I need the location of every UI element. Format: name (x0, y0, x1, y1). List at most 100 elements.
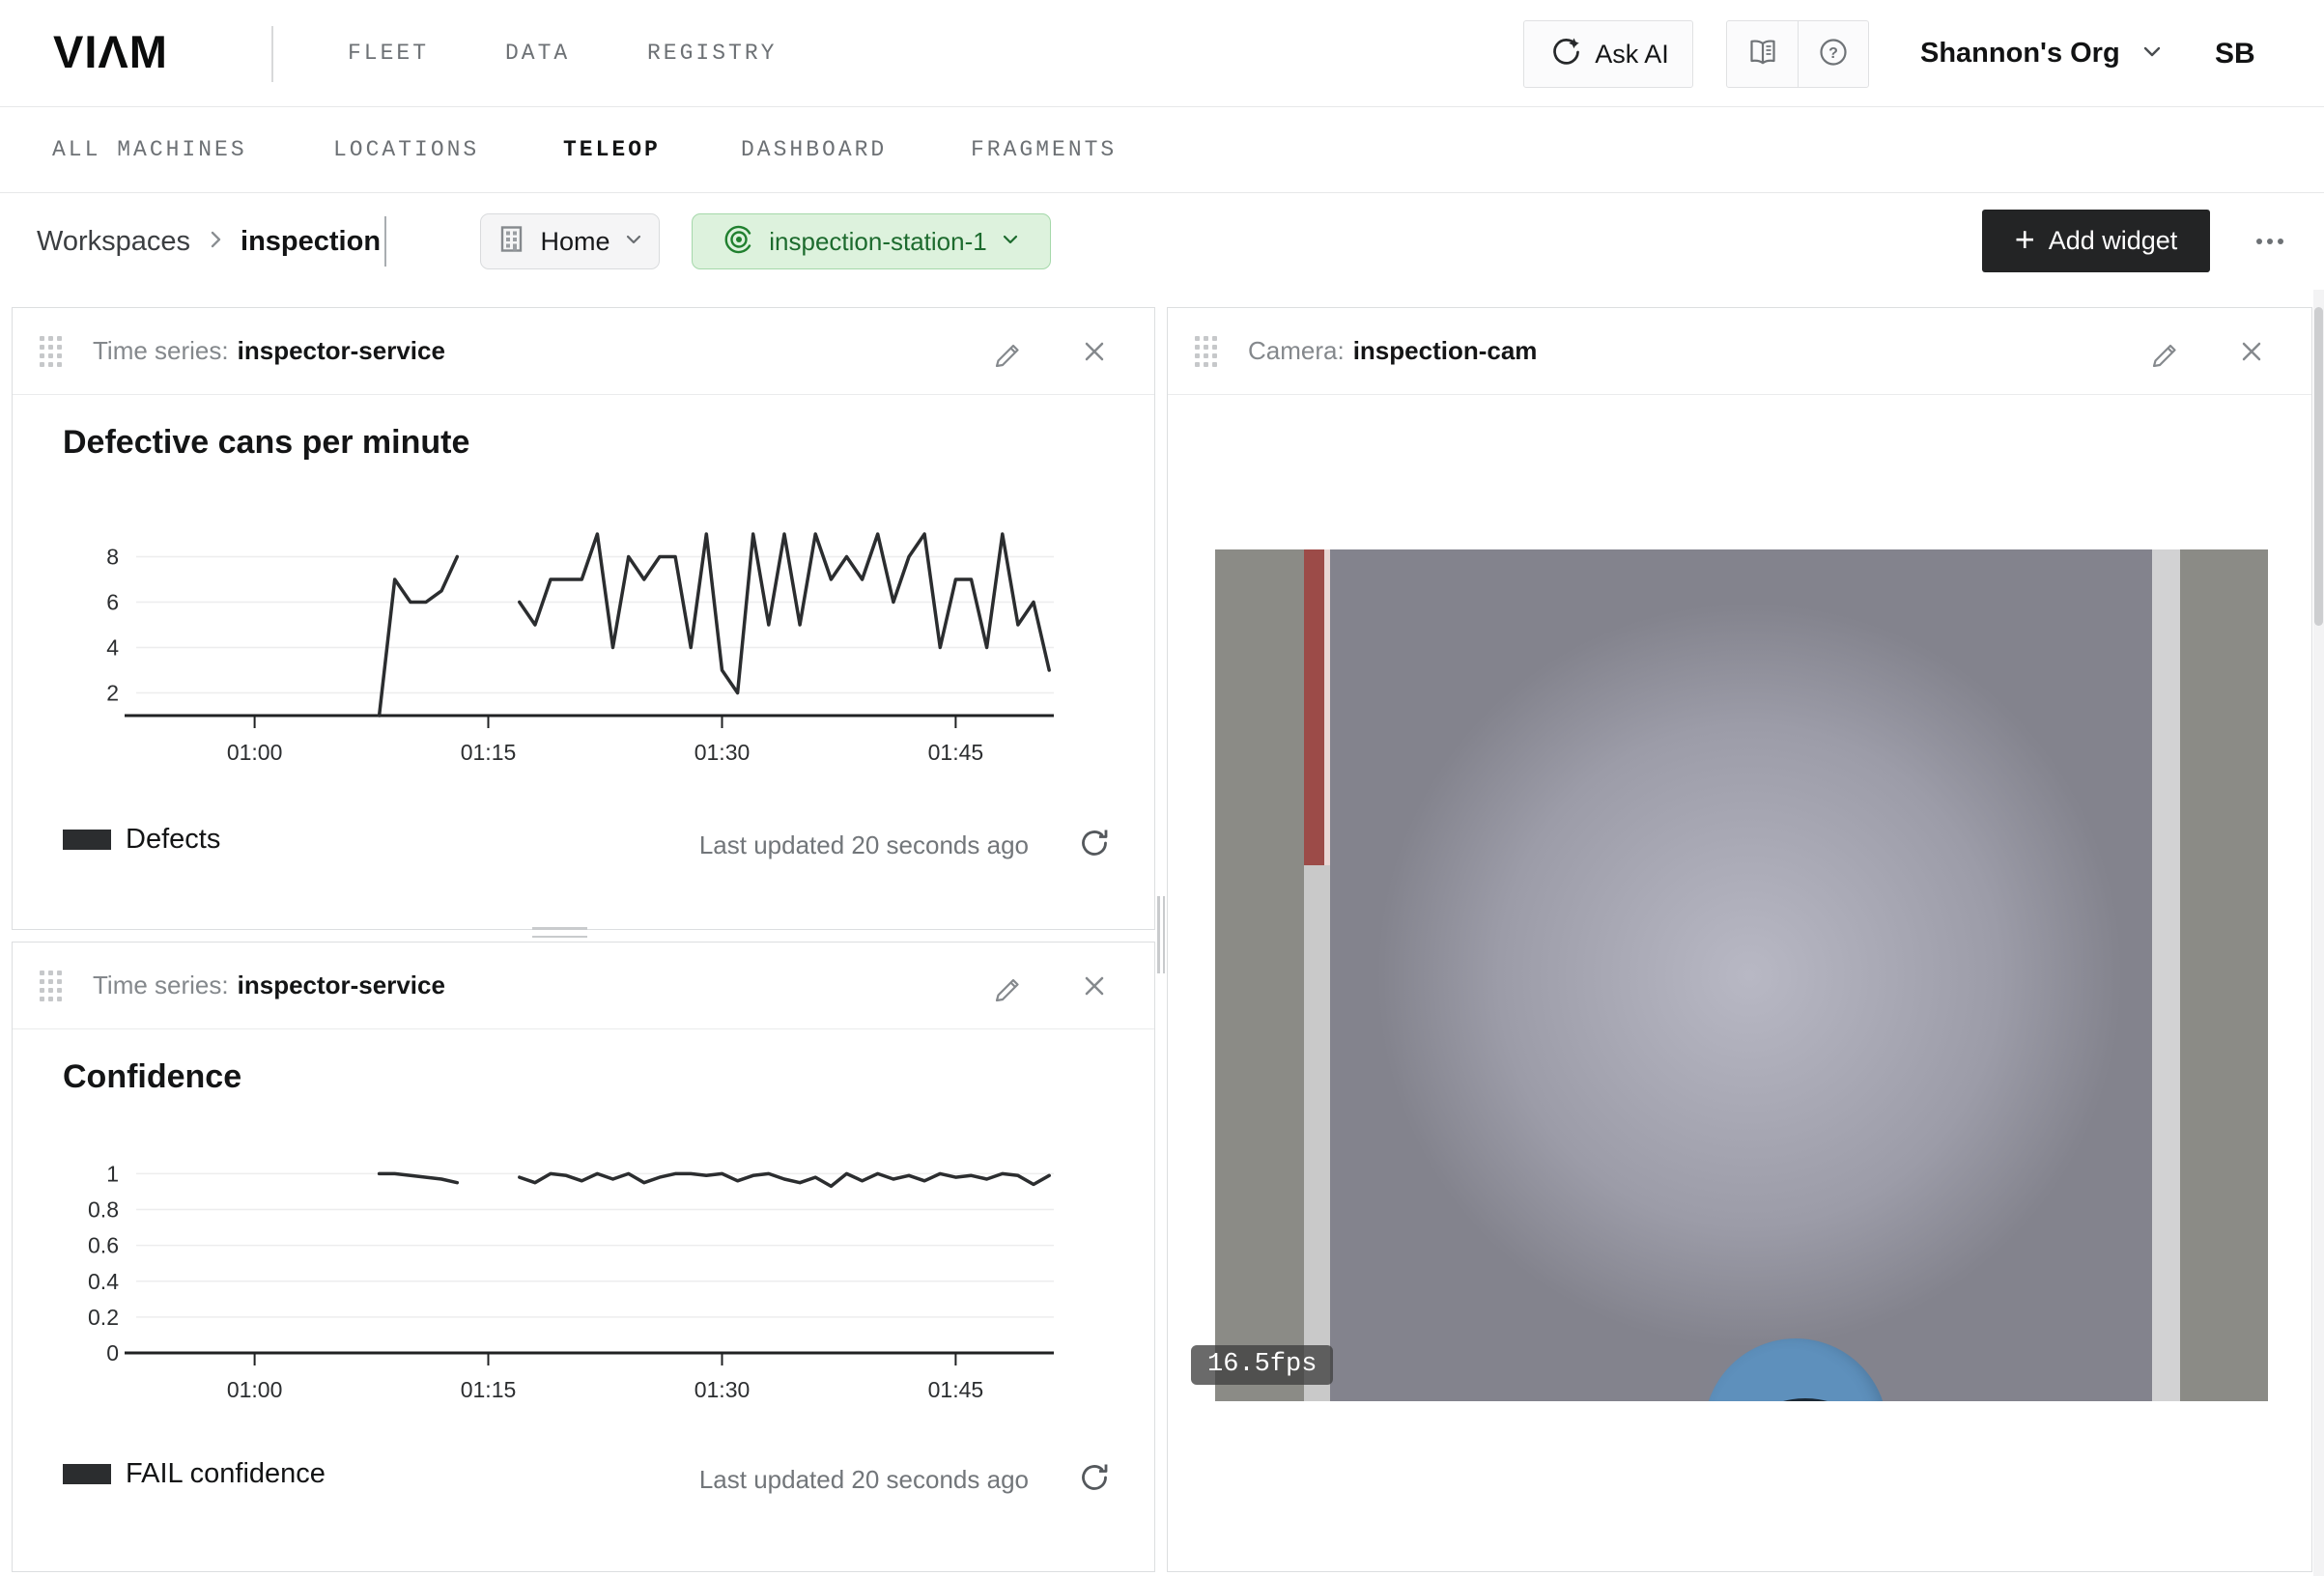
svg-text:0: 0 (106, 1340, 119, 1365)
svg-text:1: 1 (106, 1161, 119, 1186)
camera-belt (1330, 549, 2152, 1401)
svg-text:0.6: 0.6 (88, 1233, 119, 1258)
resize-handle-vertical[interactable] (1157, 896, 1169, 973)
edit-button[interactable] (986, 965, 1029, 1007)
tab-all-machines[interactable]: ALL MACHINES (52, 107, 247, 193)
pencil-icon (2149, 336, 2180, 367)
camera-side-band-right (2180, 549, 2268, 1401)
camera-feed (1215, 549, 2268, 1401)
legend-label: FAIL confidence (126, 1458, 326, 1490)
nav-item-data[interactable]: DATA (505, 0, 570, 107)
chevron-down-icon (1000, 229, 1021, 255)
close-button[interactable] (2230, 330, 2273, 373)
svg-text:0.2: 0.2 (88, 1305, 119, 1330)
machine-label: inspection-station-1 (769, 227, 986, 257)
edit-button[interactable] (986, 330, 1029, 373)
can-opening (1770, 1398, 1841, 1401)
ping-icon (722, 222, 756, 262)
building-icon (496, 223, 527, 260)
ask-ai-label: Ask AI (1595, 40, 1669, 70)
toolbar-row: Workspaces inspection Home inspection-st… (0, 193, 2324, 290)
page-title[interactable]: inspection (241, 226, 381, 258)
widget-name: inspection-cam (1353, 336, 1538, 366)
svg-text:6: 6 (106, 590, 119, 615)
svg-text:0.4: 0.4 (88, 1269, 119, 1294)
chart-title: Confidence (63, 1058, 241, 1096)
ask-ai-button[interactable]: Ask AI (1523, 20, 1693, 88)
svg-text:01:15: 01:15 (461, 740, 517, 765)
tab-locations[interactable]: LOCATIONS (333, 107, 479, 193)
svg-text:01:30: 01:30 (694, 740, 751, 765)
help-button[interactable]: ? (1798, 21, 1868, 87)
svg-text:01:30: 01:30 (694, 1377, 751, 1402)
drag-handle-icon[interactable] (1195, 336, 1217, 367)
resize-handle-horizontal[interactable] (532, 927, 587, 939)
viam-logo: VIΛM (53, 25, 168, 78)
app-header: VIΛM FLEET DATA REGISTRY Ask AI ? Shanno… (0, 0, 2324, 107)
close-button[interactable] (1073, 965, 1116, 1007)
last-updated-text: Last updated 20 seconds ago (699, 1465, 1029, 1495)
breadcrumb-chevron-icon (204, 228, 227, 256)
nav-item-registry[interactable]: REGISTRY (647, 0, 777, 107)
svg-text:?: ? (1828, 45, 1838, 62)
org-name: Shannon's Org (1920, 38, 2120, 70)
pencil-icon (992, 971, 1023, 1001)
machine-pill[interactable]: inspection-station-1 (692, 213, 1051, 269)
refresh-icon (1077, 826, 1112, 860)
ai-sparkle-icon (1547, 34, 1582, 75)
book-icon (1746, 36, 1779, 73)
widget-header: Time series: inspector-service (13, 308, 1154, 395)
docs-help-group: ? (1726, 20, 1869, 88)
widget-card-camera: Camera: inspection-cam 16.5fps (1167, 307, 2312, 1572)
widget-header: Camera: inspection-cam (1168, 308, 2311, 395)
edit-button[interactable] (2143, 330, 2186, 373)
nav-item-fleet[interactable]: FLEET (348, 0, 429, 107)
close-icon (2236, 336, 2267, 367)
refresh-button[interactable] (1075, 1458, 1114, 1497)
svg-text:01:45: 01:45 (928, 740, 984, 765)
tab-dashboard[interactable]: DASHBOARD (741, 107, 887, 193)
add-widget-label: Add widget (2049, 226, 2178, 256)
legend-swatch (63, 1464, 111, 1484)
camera-side-band-left (1215, 549, 1304, 1401)
svg-text:01:00: 01:00 (227, 740, 283, 765)
tab-teleop[interactable]: TELEOP (563, 107, 661, 193)
refresh-icon (1077, 1460, 1112, 1495)
drag-handle-icon[interactable] (40, 336, 62, 367)
refresh-button[interactable] (1075, 824, 1114, 862)
camera-pole-lower (1304, 865, 1330, 1401)
svg-text:01:15: 01:15 (461, 1377, 517, 1402)
svg-text:8: 8 (106, 545, 119, 570)
drag-handle-icon[interactable] (40, 971, 62, 1001)
close-button[interactable] (1073, 330, 1116, 373)
svg-text:01:00: 01:00 (227, 1377, 283, 1402)
breadcrumb-workspaces-link[interactable]: Workspaces (37, 226, 190, 258)
svg-text:4: 4 (106, 635, 119, 661)
avatar[interactable]: SB (2215, 0, 2255, 107)
text-cursor (384, 216, 386, 267)
plus-icon: + (2015, 222, 2035, 257)
legend-swatch (63, 830, 111, 850)
svg-text:01:45: 01:45 (928, 1377, 984, 1402)
widget-name: inspector-service (238, 336, 445, 366)
org-selector[interactable]: Shannon's Org (1920, 0, 2165, 107)
section-tabs: ALL MACHINES LOCATIONS TELEOP DASHBOARD … (0, 107, 2324, 193)
chevron-down-icon (2140, 39, 2165, 69)
widget-kind-label: Time series: (93, 336, 229, 366)
add-widget-button[interactable]: + Add widget (1982, 210, 2210, 272)
tab-fragments[interactable]: FRAGMENTS (971, 107, 1117, 193)
camera-light-strip-right (2152, 549, 2180, 1401)
scrollbar (2313, 290, 2324, 1576)
close-icon (1079, 336, 1110, 367)
scrollbar-thumb[interactable] (2314, 307, 2323, 626)
header-divider (271, 26, 273, 82)
close-icon (1079, 971, 1110, 1001)
pencil-icon (992, 336, 1023, 367)
widget-card-timeseries-1: Time series: inspector-service Defective… (12, 307, 1155, 930)
docs-button[interactable] (1727, 21, 1798, 87)
last-updated-text: Last updated 20 seconds ago (699, 830, 1029, 860)
svg-text:2: 2 (106, 681, 119, 706)
widget-card-timeseries-2: Time series: inspector-service Confidenc… (12, 942, 1155, 1572)
more-menu-button[interactable] (2245, 228, 2295, 255)
location-dropdown[interactable]: Home (480, 213, 660, 269)
